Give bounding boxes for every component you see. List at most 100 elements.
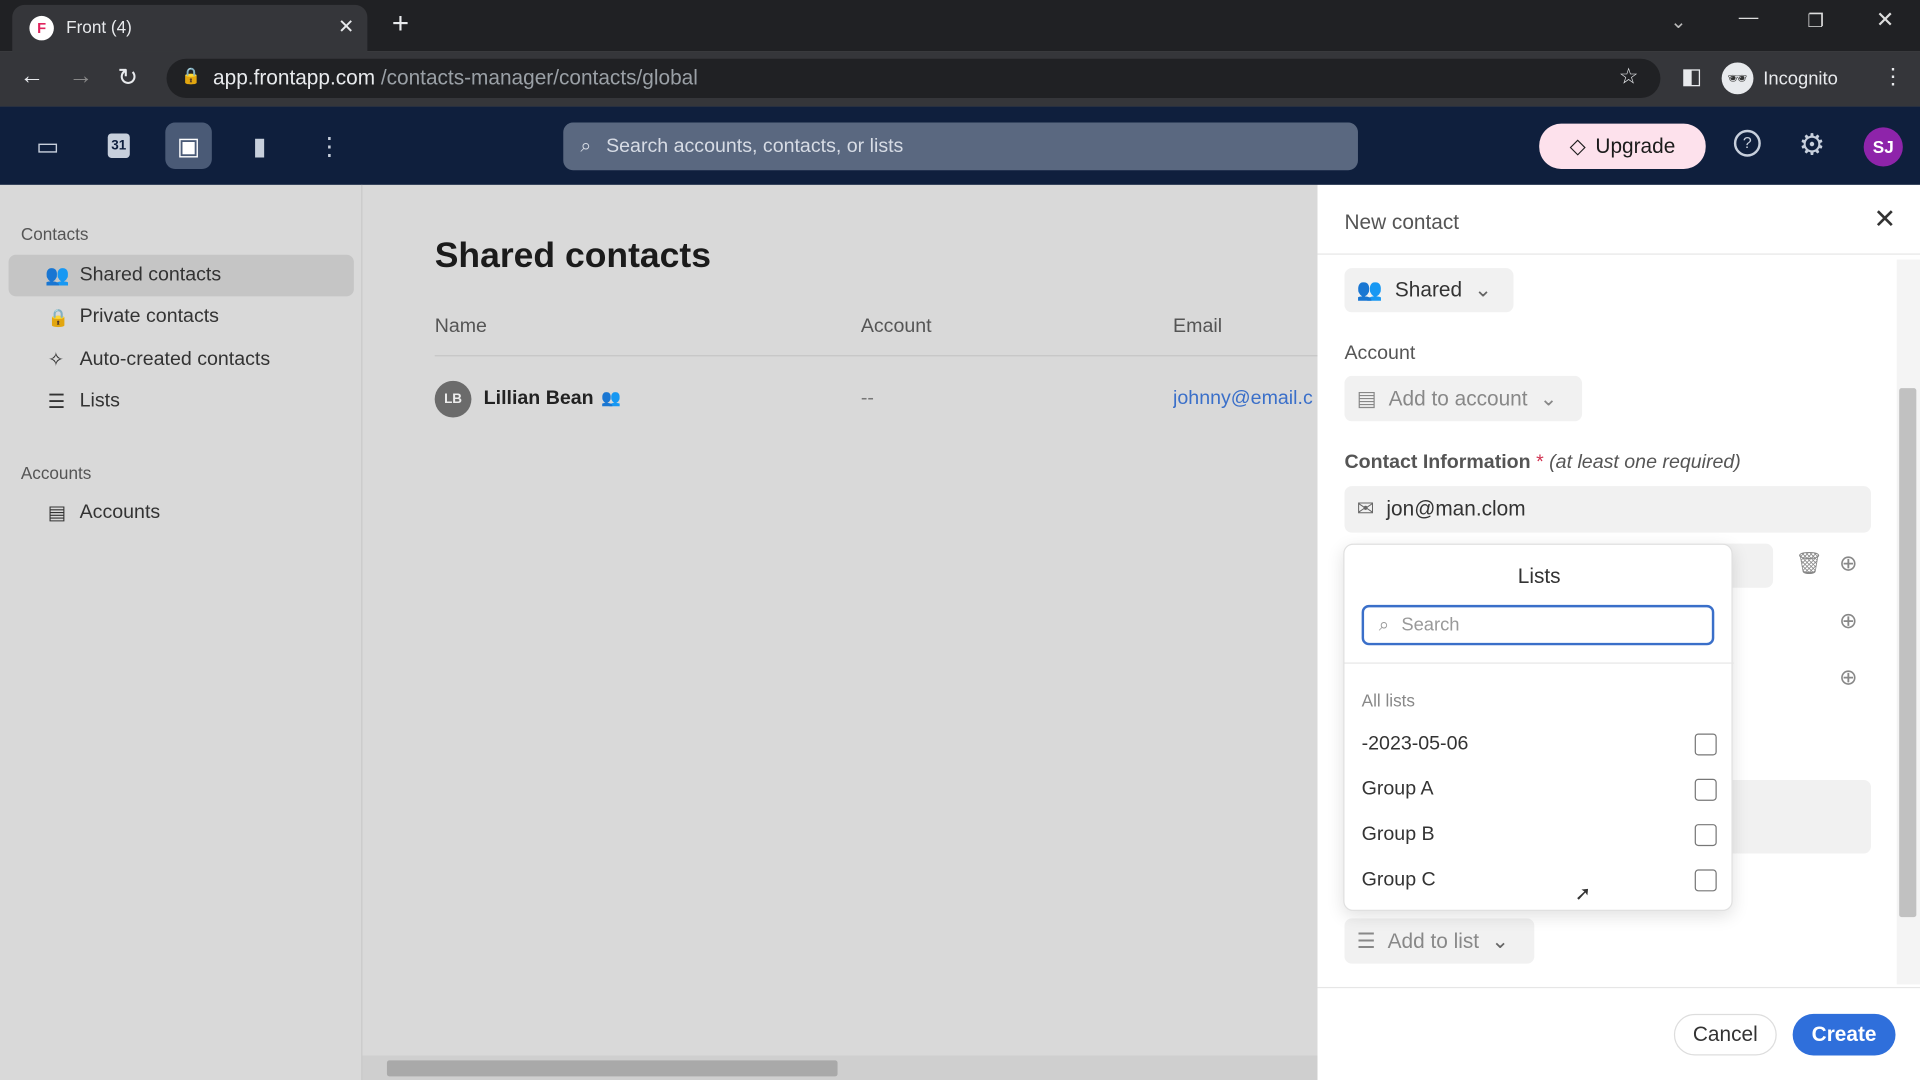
- url-field[interactable]: 🔒 app.frontapp.com/contacts-manager/cont…: [166, 58, 1661, 98]
- reload-icon[interactable]: ↻: [118, 62, 139, 93]
- account-label: Account: [1344, 342, 1416, 364]
- table-row[interactable]: LB Lillian Bean 👥 -- johnny@email.c: [434, 373, 1318, 424]
- tab-search-icon[interactable]: ⌄: [1670, 10, 1686, 34]
- bookmark-star-icon[interactable]: ☆: [1619, 64, 1639, 90]
- cancel-button[interactable]: Cancel: [1673, 1013, 1777, 1056]
- sparkle-icon: ✧: [47, 350, 65, 372]
- add-to-list-button[interactable]: ☰ Add to list ⌄: [1344, 918, 1535, 964]
- mouse-cursor-icon: ➚: [1574, 884, 1592, 905]
- column-header-name[interactable]: Name: [435, 316, 487, 338]
- browser-tab[interactable]: F Front (4) ✕: [12, 4, 368, 52]
- horizontal-scrollbar[interactable]: [362, 1055, 1318, 1080]
- tab-title: Front (4): [66, 17, 132, 37]
- new-tab-icon[interactable]: +: [392, 7, 409, 41]
- trash-icon[interactable]: 🗑: [1795, 551, 1823, 577]
- list-item[interactable]: Group C: [1362, 858, 1717, 902]
- add-to-account-button[interactable]: ▤ Add to account ⌄: [1344, 375, 1583, 422]
- close-icon[interactable]: ✕: [1873, 203, 1896, 235]
- add-circle-icon[interactable]: ⊕: [1839, 551, 1857, 577]
- visibility-dropdown[interactable]: 👥 Shared ⌄: [1344, 268, 1514, 313]
- add-to-account-label: Add to account: [1388, 386, 1528, 410]
- forward-icon[interactable]: →: [69, 62, 93, 90]
- sidebar-item-label: Shared contacts: [79, 264, 222, 286]
- browser-menu-icon[interactable]: ⋮: [1882, 64, 1904, 90]
- add-circle-icon[interactable]: ⊕: [1839, 665, 1857, 691]
- list-item[interactable]: -2023-05-06: [1362, 722, 1717, 766]
- scrollbar-thumb[interactable]: [386, 1060, 838, 1077]
- minimize-icon[interactable]: —: [1739, 7, 1759, 29]
- sidebar-item-shared-contacts[interactable]: 👥 Shared contacts: [8, 254, 354, 297]
- diamond-icon: ◇: [1569, 134, 1586, 158]
- back-icon[interactable]: ←: [20, 62, 44, 90]
- lists-search-input[interactable]: ⌕ Search: [1361, 604, 1715, 646]
- all-lists-header: All lists: [1361, 690, 1415, 711]
- lock-icon: 🔒: [47, 306, 70, 327]
- list-checkbox[interactable]: [1694, 733, 1717, 756]
- analytics-icon[interactable]: ▮: [236, 122, 283, 169]
- scrollbar-thumb[interactable]: [1899, 388, 1917, 918]
- list-item-label: Group A: [1361, 778, 1434, 800]
- sidebar-item-lists[interactable]: ☰ Lists: [9, 381, 354, 423]
- contact-email[interactable]: johnny@email.c: [1173, 388, 1317, 410]
- panel-scrollbar[interactable]: [1896, 259, 1920, 985]
- chevron-down-icon: ⌄: [1474, 277, 1492, 302]
- people-icon: 👥: [45, 265, 70, 287]
- close-tab-icon[interactable]: ✕: [338, 15, 354, 39]
- sidebar-item-label: Accounts: [79, 502, 161, 523]
- briefcase-icon: ▤: [1356, 386, 1377, 410]
- lock-icon: 🔒: [181, 66, 202, 85]
- contacts-icon[interactable]: ▣: [165, 122, 212, 169]
- sidebar-item-label: Private contacts: [79, 306, 219, 327]
- create-button[interactable]: Create: [1792, 1013, 1896, 1056]
- chevron-down-icon: ⌄: [1491, 928, 1509, 953]
- url-host: app.frontapp.com: [213, 66, 376, 90]
- incognito-label: Incognito: [1763, 67, 1838, 89]
- briefcase-icon: ▤: [47, 503, 67, 525]
- add-to-list-label: Add to list: [1387, 928, 1480, 953]
- list-checkbox[interactable]: [1694, 824, 1717, 847]
- list-checkbox[interactable]: [1694, 869, 1717, 892]
- sidebar-item-auto-created-contacts[interactable]: ✧ Auto-created contacts: [9, 339, 354, 381]
- column-header-account[interactable]: Account: [861, 316, 932, 338]
- front-logo-icon: F: [29, 15, 54, 41]
- list-item-label: Group C: [1361, 869, 1436, 891]
- accounts-section-header: Accounts: [20, 462, 92, 483]
- column-header-email[interactable]: Email: [1173, 316, 1222, 338]
- close-window-icon[interactable]: ✕: [1876, 7, 1894, 33]
- contacts-section-header: Contacts: [20, 224, 89, 244]
- settings-gear-icon[interactable]: ⚙: [1799, 127, 1825, 163]
- sidebar-item-label: Lists: [79, 390, 120, 412]
- sidebar-item-private-contacts[interactable]: 🔒 Private contacts: [9, 296, 354, 338]
- calendar-icon[interactable]: 31: [96, 122, 143, 169]
- add-circle-icon[interactable]: ⊕: [1839, 609, 1857, 635]
- inbox-icon[interactable]: ▭: [24, 122, 71, 169]
- upgrade-label: Upgrade: [1595, 134, 1676, 158]
- global-search-input[interactable]: ⌕ Search accounts, contacts, or lists: [563, 122, 1358, 171]
- list-icon: ☰: [47, 391, 66, 413]
- email-value: jon@man.clom: [1386, 497, 1526, 521]
- sidebar-item-accounts[interactable]: ▤ Accounts: [9, 492, 354, 534]
- search-placeholder: Search accounts, contacts, or lists: [606, 135, 904, 157]
- divider: [434, 355, 1318, 357]
- shared-people-icon: 👥: [601, 388, 622, 407]
- more-icon[interactable]: ⋮: [306, 122, 353, 169]
- incognito-button[interactable]: 🕶 Incognito: [1721, 61, 1838, 95]
- contact-name[interactable]: Lillian Bean: [484, 388, 594, 410]
- restore-icon[interactable]: ❐: [1807, 10, 1823, 32]
- upgrade-button[interactable]: ◇ Upgrade: [1539, 123, 1706, 169]
- search-icon: ⌕: [1378, 614, 1390, 636]
- panel-title: New contact: [1344, 210, 1460, 234]
- avatar[interactable]: SJ: [1863, 127, 1903, 167]
- side-panel-icon[interactable]: ◧: [1681, 64, 1702, 90]
- notes-textarea[interactable]: [1714, 780, 1872, 854]
- contact-avatar: LB: [434, 380, 472, 418]
- search-placeholder: Search: [1401, 614, 1460, 636]
- contact-info-label: Contact Information * (at least one requ…: [1344, 452, 1740, 474]
- list-item[interactable]: Group B: [1362, 813, 1717, 857]
- email-input[interactable]: ✉ jon@man.clom: [1344, 486, 1872, 533]
- sidebar-item-label: Auto-created contacts: [79, 348, 271, 370]
- list-item[interactable]: Group A: [1362, 768, 1717, 812]
- divider: [1344, 662, 1734, 664]
- list-checkbox[interactable]: [1694, 778, 1717, 801]
- help-icon[interactable]: ?: [1733, 129, 1761, 157]
